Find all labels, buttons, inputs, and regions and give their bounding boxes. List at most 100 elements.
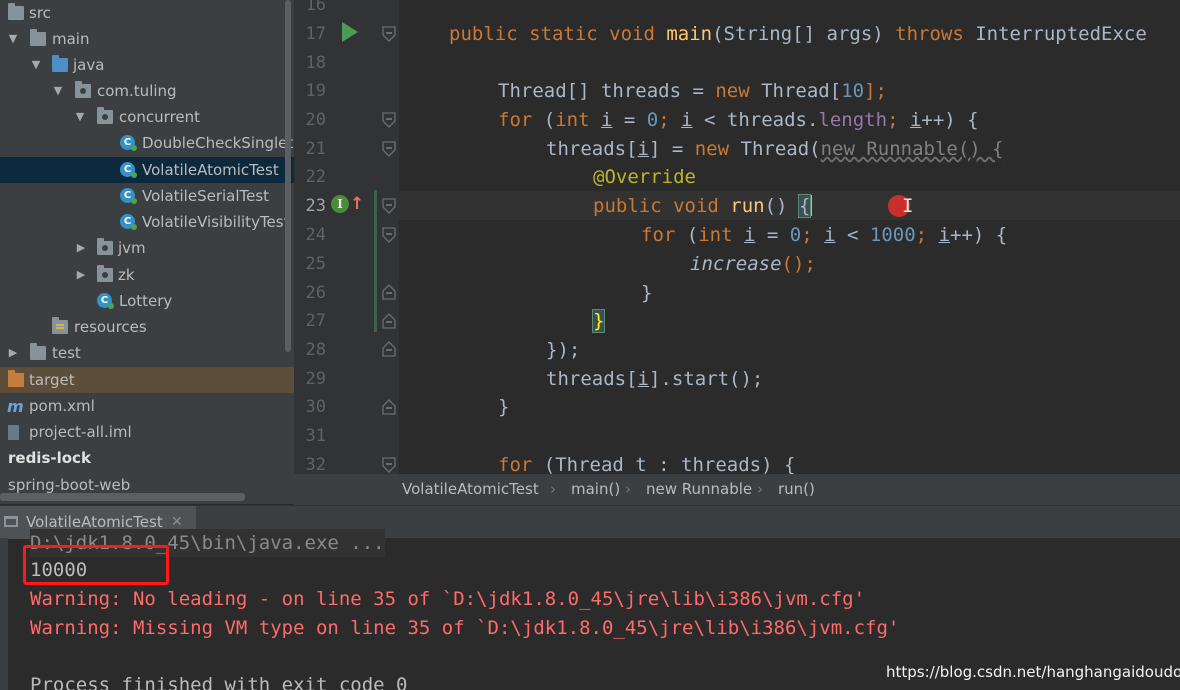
- tree-horizontal-scrollbar[interactable]: [0, 493, 245, 501]
- chevron-right-icon[interactable]: ▶: [6, 340, 20, 366]
- tree-item-lottery[interactable]: C Lottery: [0, 288, 294, 314]
- tree-item-label: target: [29, 371, 75, 389]
- tree-item-main[interactable]: ▼ main: [0, 26, 294, 52]
- watermark: https://blog.csdn.net/hanghangaidoudou: [886, 663, 1180, 681]
- code-line-22[interactable]: @Override: [593, 163, 696, 192]
- tree-item-com-tuling[interactable]: ▼ com.tuling: [0, 78, 294, 104]
- code-line-20[interactable]: for (int i = 0; i < threads.length; i++)…: [498, 106, 979, 135]
- tree-item-zk[interactable]: ▶ zk: [0, 262, 294, 288]
- code-text: ;: [915, 224, 939, 246]
- code-text: (String[] args): [712, 23, 896, 45]
- tree-vertical-scrollbar[interactable]: [285, 0, 291, 352]
- project-tree: src ▼ main ▼ java ▼ com.tuling ▼ concurr…: [0, 0, 294, 504]
- code-text: =: [612, 109, 647, 131]
- code-line-28[interactable]: });: [546, 336, 580, 365]
- code-line-29[interactable]: threads[i].start();: [546, 365, 763, 394]
- fold-open-icon[interactable]: [380, 25, 398, 43]
- code-line-32[interactable]: for (Thread t : threads) {: [498, 451, 795, 474]
- line-number: 31: [305, 426, 326, 446]
- console-toolbar-strip: [0, 538, 8, 690]
- variable: i: [681, 109, 693, 131]
- number-literal: 0: [646, 109, 659, 131]
- folder-icon: [30, 343, 46, 360]
- fold-end-icon[interactable]: [380, 283, 398, 301]
- go-to-super-arrow-icon[interactable]: ↑: [350, 194, 364, 214]
- chevron-right-icon[interactable]: ▶: [74, 262, 88, 288]
- fold-open-icon[interactable]: [380, 456, 398, 474]
- code-text: ;: [887, 109, 910, 131]
- method-name: main: [666, 23, 713, 45]
- tree-item-label: DoubleCheckSingleto: [142, 134, 294, 152]
- tree-item-target[interactable]: target: [0, 367, 294, 393]
- fold-open-icon[interactable]: [380, 140, 398, 158]
- tree-item-redis-lock[interactable]: redis-lock: [0, 445, 294, 471]
- breadcrumb-item-class[interactable]: VolatileAtomicTest: [402, 474, 539, 505]
- vcs-change-marker[interactable]: [374, 190, 377, 332]
- code-text: ;: [658, 109, 682, 131]
- chevron-down-icon[interactable]: ▼: [51, 78, 65, 104]
- tree-item-label: src: [29, 4, 51, 22]
- matched-brace: }: [591, 309, 606, 333]
- tree-item-doublechecksingleton[interactable]: C DoubleCheckSingleto: [0, 130, 294, 156]
- line-number: 16: [305, 0, 326, 15]
- code-text: });: [546, 339, 581, 361]
- result-highlight-box: [23, 545, 169, 585]
- excluded-folder-icon: [8, 370, 24, 387]
- code-line-17[interactable]: public static void main(String[] args) t…: [449, 20, 1147, 49]
- tree-item-volatileserialtest[interactable]: C VolatileSerialTest: [0, 183, 294, 209]
- breadcrumb: VolatileAtomicTest › main() › new Runnab…: [294, 474, 1180, 505]
- code-line-19[interactable]: Thread[] threads = new Thread[10];: [498, 77, 887, 106]
- tree-item-java[interactable]: ▼ java: [0, 52, 294, 78]
- code-line-27[interactable]: }: [591, 307, 606, 336]
- fold-end-icon[interactable]: [380, 398, 398, 416]
- chevron-right-icon[interactable]: ▶: [74, 235, 88, 261]
- breadcrumb-item-run[interactable]: run(): [778, 474, 815, 505]
- maven-icon: m: [7, 397, 24, 416]
- code-line-21[interactable]: threads[i] = new Thread(new Runnable() {: [546, 135, 1004, 164]
- fold-open-icon[interactable]: [380, 197, 398, 215]
- resources-folder-icon: [52, 317, 68, 334]
- breadcrumb-item-main[interactable]: main(): [571, 474, 620, 505]
- tree-item-jvm[interactable]: ▶ jvm: [0, 235, 294, 261]
- code-line-23[interactable]: public void run() {: [593, 192, 813, 221]
- keyword: new: [715, 80, 750, 102]
- package-icon: [75, 81, 91, 98]
- tree-item-src[interactable]: src: [0, 0, 294, 26]
- variable: i: [909, 109, 922, 131]
- tree-item-label: main: [52, 30, 90, 48]
- tree-item-volatileatomictest[interactable]: C VolatileAtomicTest: [0, 157, 294, 183]
- code-text: Thread[] threads =: [498, 80, 716, 102]
- chevron-down-icon[interactable]: ▼: [73, 104, 87, 130]
- tree-item-volatilevisibilitytest[interactable]: C VolatileVisibilityTest: [0, 209, 294, 235]
- chevron-right-icon: ›: [757, 480, 763, 498]
- tree-item-label: VolatileAtomicTest: [142, 161, 279, 179]
- keyword: new: [694, 138, 730, 160]
- console-warning: Warning: Missing VM type on line 35 of `…: [30, 617, 900, 639]
- code-line-24[interactable]: for (int i = 0; i < 1000; i++) {: [641, 221, 1007, 250]
- code-editor[interactable]: 16 17 18 19 20 21 22 23 24 25 26 27 28 2…: [294, 0, 1180, 474]
- line-number: 21: [305, 139, 326, 159]
- field: length: [818, 109, 888, 131]
- tree-item-resources[interactable]: resources: [0, 314, 294, 340]
- java-class-icon: C: [97, 293, 114, 309]
- code-line-30[interactable]: }: [498, 393, 509, 422]
- code-text: ();: [781, 253, 816, 275]
- tree-item-project-all-iml[interactable]: project-all.iml: [0, 419, 294, 445]
- tree-item-test[interactable]: ▶ test: [0, 340, 294, 366]
- chevron-down-icon[interactable]: ▼: [29, 52, 43, 78]
- line-number: 24: [305, 225, 326, 245]
- run-main-icon[interactable]: [342, 22, 358, 42]
- variable: i: [824, 224, 836, 246]
- breadcrumb-item-runnable[interactable]: new Runnable: [646, 474, 752, 505]
- tree-item-concurrent[interactable]: ▼ concurrent: [0, 104, 294, 130]
- code-line-25[interactable]: increase();: [690, 250, 816, 279]
- code-line-26[interactable]: }: [641, 279, 652, 308]
- fold-open-icon[interactable]: [380, 111, 398, 129]
- chevron-down-icon[interactable]: ▼: [6, 26, 20, 52]
- fold-open-icon[interactable]: [380, 226, 398, 244]
- fold-end-icon[interactable]: [380, 312, 398, 330]
- implements-method-icon[interactable]: I: [331, 195, 349, 213]
- tree-item-label: VolatileSerialTest: [142, 187, 270, 205]
- tree-item-pom-xml[interactable]: m pom.xml: [0, 393, 294, 419]
- fold-end-icon[interactable]: [380, 340, 398, 358]
